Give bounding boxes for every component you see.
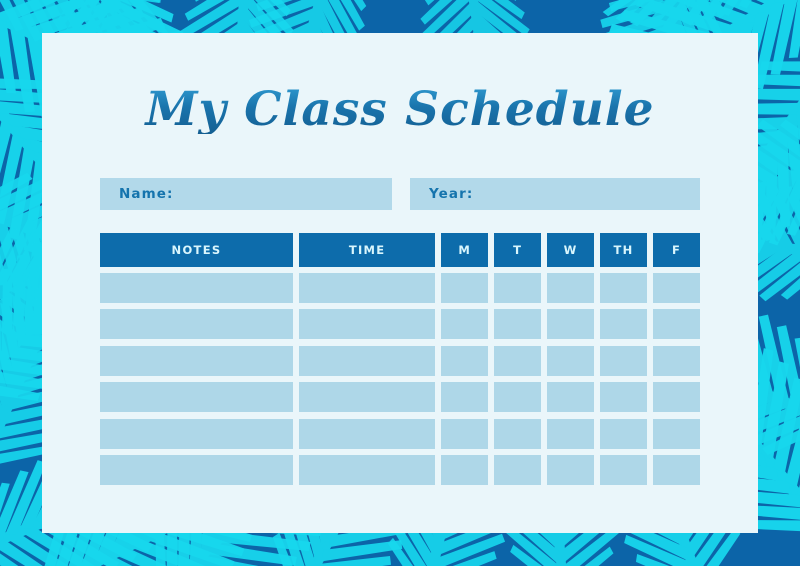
table-cell-notes[interactable] <box>100 345 293 376</box>
table-cell-wednesday[interactable] <box>547 382 595 413</box>
schedule-card: My Class Schedule Name: Year: NOTES TIME <box>42 33 758 533</box>
column-header-tuesday: T <box>494 233 542 267</box>
column-header-tuesday-label: T <box>513 243 523 257</box>
column-header-time: TIME <box>299 233 436 267</box>
column-header-monday: M <box>441 233 489 267</box>
table-row <box>100 273 700 303</box>
table-row <box>100 418 700 449</box>
page-title: My Class Schedule <box>42 85 758 135</box>
column-header-thursday-label: TH <box>613 243 634 257</box>
table-cell-time[interactable] <box>299 454 436 485</box>
table-cell-wednesday[interactable] <box>547 273 595 303</box>
table-cell-tuesday[interactable] <box>494 309 542 340</box>
column-header-time-label: TIME <box>348 243 386 257</box>
table-cell-friday[interactable] <box>653 273 700 303</box>
table-cell-tuesday[interactable] <box>494 382 542 413</box>
table-cell-friday[interactable] <box>653 345 700 376</box>
column-header-friday-label: F <box>671 243 682 257</box>
column-header-monday-label: M <box>458 243 472 257</box>
table-cell-notes[interactable] <box>100 382 293 413</box>
table-cell-time[interactable] <box>299 273 436 303</box>
class-schedule-poster: My Class Schedule Name: Year: NOTES TIME <box>0 0 800 566</box>
table-cell-monday[interactable] <box>441 382 489 413</box>
name-field-label: Name: <box>119 186 174 202</box>
form-fields: Name: Year: <box>100 178 700 210</box>
table-cell-thursday[interactable] <box>600 382 648 413</box>
table-cell-monday[interactable] <box>441 454 489 485</box>
table-cell-time[interactable] <box>299 345 436 376</box>
table-cell-friday[interactable] <box>653 309 700 340</box>
column-header-notes: NOTES <box>100 233 293 267</box>
year-field[interactable]: Year: <box>410 178 700 210</box>
table-cell-monday[interactable] <box>441 273 489 303</box>
table-header-row: NOTES TIME M T W TH F <box>100 233 700 267</box>
table-cell-monday[interactable] <box>441 418 489 449</box>
table-cell-time[interactable] <box>299 309 436 340</box>
table-cell-wednesday[interactable] <box>547 454 595 485</box>
column-header-friday: F <box>653 233 700 267</box>
table-cell-notes[interactable] <box>100 309 293 340</box>
table-cell-thursday[interactable] <box>600 345 648 376</box>
table-cell-thursday[interactable] <box>600 454 648 485</box>
table-cell-friday[interactable] <box>653 382 700 413</box>
column-header-notes-label: NOTES <box>171 243 222 257</box>
year-field-label: Year: <box>429 186 474 202</box>
table-cell-tuesday[interactable] <box>494 345 542 376</box>
table-cell-notes[interactable] <box>100 418 293 449</box>
table-cell-wednesday[interactable] <box>547 418 595 449</box>
column-header-wednesday: W <box>547 233 595 267</box>
table-cell-notes[interactable] <box>100 273 293 303</box>
table-cell-time[interactable] <box>299 418 436 449</box>
table-row <box>100 345 700 376</box>
table-cell-wednesday[interactable] <box>547 345 595 376</box>
table-row <box>100 309 700 340</box>
table-cell-thursday[interactable] <box>600 273 648 303</box>
table-body <box>100 273 700 485</box>
table-cell-thursday[interactable] <box>600 418 648 449</box>
table-cell-time[interactable] <box>299 382 436 413</box>
table-cell-tuesday[interactable] <box>494 273 542 303</box>
table-cell-tuesday[interactable] <box>494 454 542 485</box>
column-header-thursday: TH <box>600 233 648 267</box>
table-row <box>100 454 700 485</box>
schedule-table: NOTES TIME M T W TH F <box>100 233 700 485</box>
table-cell-monday[interactable] <box>441 309 489 340</box>
table-row <box>100 382 700 413</box>
table-cell-friday[interactable] <box>653 418 700 449</box>
column-header-wednesday-label: W <box>563 243 578 257</box>
table-cell-notes[interactable] <box>100 454 293 485</box>
table-cell-monday[interactable] <box>441 345 489 376</box>
table-cell-wednesday[interactable] <box>547 309 595 340</box>
name-field[interactable]: Name: <box>100 178 392 210</box>
table-cell-thursday[interactable] <box>600 309 648 340</box>
table-cell-friday[interactable] <box>653 454 700 485</box>
table-cell-tuesday[interactable] <box>494 418 542 449</box>
